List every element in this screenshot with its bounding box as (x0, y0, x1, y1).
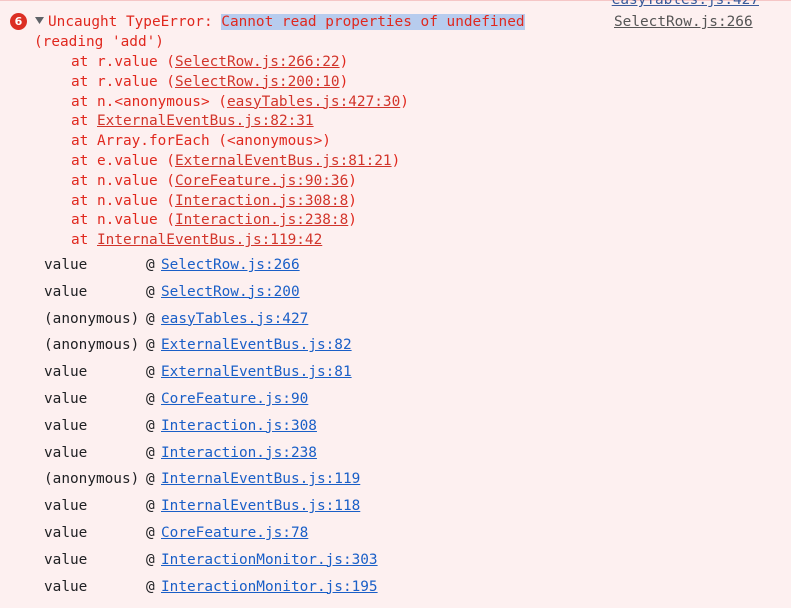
call-stack-source-link[interactable]: InternalEventBus.js:118 (161, 496, 360, 516)
call-stack-at-sign: @ (146, 578, 155, 595)
call-stack-source-link[interactable]: ExternalEventBus.js:82 (161, 335, 352, 355)
stack-frame: at n.<anonymous> (easyTables.js:427:30) (71, 92, 409, 112)
call-stack-function-name: (anonymous) (44, 471, 140, 488)
stack-frame: at InternalEventBus.js:119:42 (71, 230, 322, 250)
stack-frame-call: at n.value ( (71, 192, 175, 209)
stack-frame-location-link[interactable]: Interaction.js:238:8 (175, 212, 348, 228)
call-stack-source-link[interactable]: Interaction.js:238 (161, 443, 317, 463)
stack-frame: at n.value (Interaction.js:238:8) (71, 210, 357, 230)
stack-frame-location-link[interactable]: ExternalEventBus.js:82:31 (97, 113, 314, 129)
call-stack-at-sign: @ (146, 337, 155, 354)
console-error-message: easyTables.js:427 6 Uncaught TypeError: … (0, 0, 791, 608)
stack-frame-location-link[interactable]: Interaction.js:308:8 (175, 193, 348, 209)
call-stack-function-name: value (44, 257, 88, 273)
stack-frame-location-link[interactable]: ExternalEventBus.js:81:21 (175, 153, 392, 169)
call-stack-at-sign: @ (146, 551, 155, 568)
call-stack-at-sign: @ (146, 283, 155, 300)
stack-frame-call: at r.value ( (71, 54, 175, 70)
call-stack-source-link[interactable]: ExternalEventBus.js:81 (161, 362, 352, 382)
call-stack-function-name: value (44, 444, 88, 461)
previous-message-source-link[interactable]: easyTables.js:427 (612, 0, 759, 8)
stack-frame: at e.value (ExternalEventBus.js:81:21) (71, 151, 400, 171)
stack-frame-paren: ) (391, 153, 401, 169)
error-type: Uncaught TypeError: (48, 14, 222, 30)
stack-frame: at n.value (Interaction.js:308:8) (71, 191, 357, 211)
call-stack-at-sign: @ (146, 525, 155, 541)
call-stack-source-link[interactable]: CoreFeature.js:90 (161, 389, 308, 409)
stack-frame: at n.value (CoreFeature.js:90:36) (71, 171, 357, 191)
call-stack-at-sign: @ (146, 444, 155, 461)
stack-frame-paren: ) (339, 73, 349, 90)
stack-frame-call: at (71, 113, 97, 130)
error-source-link[interactable]: SelectRow.js:266 (614, 12, 753, 32)
call-stack-function-name: value (44, 578, 88, 595)
stack-frame: at Array.forEach (<anonymous>) (71, 131, 331, 151)
stack-frame-call: at Array.forEach (<anonymous>) (71, 133, 331, 150)
call-stack-at-sign: @ (146, 257, 155, 273)
expand-triangle-icon[interactable] (34, 15, 45, 26)
stack-frame-paren: ) (348, 172, 357, 189)
stack-frame-paren: ) (339, 54, 349, 70)
call-stack-function-name: value (44, 391, 88, 407)
call-stack-source-link[interactable]: InteractionMonitor.js:303 (161, 550, 378, 570)
call-stack-at-sign: @ (146, 364, 155, 381)
call-stack-source-link[interactable]: easyTables.js:427 (161, 309, 308, 329)
stack-frame-location-link[interactable]: easyTables.js:427:30 (227, 94, 400, 110)
call-stack-source-link[interactable]: SelectRow.js:200 (161, 282, 300, 302)
stack-frame-location-link[interactable]: SelectRow.js:200:10 (175, 74, 340, 90)
stack-frame: at r.value (SelectRow.js:200:10) (71, 72, 348, 92)
stack-frame-paren: ) (348, 212, 357, 229)
call-stack-function-name: value (44, 498, 88, 515)
call-stack-function-name: value (44, 417, 88, 434)
call-stack-source-link[interactable]: CoreFeature.js:78 (161, 523, 308, 543)
stack-frame: at ExternalEventBus.js:82:31 (71, 111, 314, 131)
error-count-badge: 6 (10, 13, 27, 30)
stack-frame-paren: ) (348, 192, 357, 209)
call-stack-source-link[interactable]: Interaction.js:308 (161, 416, 317, 436)
call-stack-at-sign: @ (146, 417, 155, 434)
call-stack-source-link[interactable]: InternalEventBus.js:119 (161, 469, 360, 489)
error-header: Uncaught TypeError: Cannot read properti… (48, 12, 525, 32)
call-stack-source-link[interactable]: InteractionMonitor.js:195 (161, 577, 378, 597)
stack-frame: at r.value (SelectRow.js:266:22) (71, 52, 348, 72)
call-stack-at-sign: @ (146, 471, 155, 488)
call-stack-function-name: value (44, 551, 88, 568)
call-stack-source-link[interactable]: SelectRow.js:266 (161, 255, 300, 275)
error-message: Cannot read properties of undefined (221, 14, 525, 30)
call-stack-at-sign: @ (146, 391, 155, 407)
call-stack-function-name: (anonymous) (44, 310, 140, 327)
call-stack-function-name: value (44, 283, 88, 300)
call-stack-function-name: (anonymous) (44, 337, 140, 354)
call-stack-function-name: value (44, 364, 88, 381)
stack-frame-location-link[interactable]: SelectRow.js:266:22 (175, 54, 340, 70)
stack-frame-call: at n.value ( (71, 212, 175, 229)
stack-frame-location-link[interactable]: InternalEventBus.js:119:42 (97, 232, 322, 248)
call-stack-at-sign: @ (146, 498, 155, 515)
call-stack-function-name: value (44, 525, 88, 541)
error-message-continuation: (reading 'add') (34, 34, 164, 50)
stack-frame-call: at n.value ( (71, 172, 175, 189)
stack-frame-paren: ) (400, 93, 409, 110)
stack-frame-call: at n.<anonymous> ( (71, 93, 227, 110)
stack-frame-call: at e.value ( (71, 153, 175, 169)
stack-frame-call: at (71, 232, 97, 249)
stack-frame-call: at r.value ( (71, 73, 175, 90)
call-stack-at-sign: @ (146, 310, 155, 327)
stack-frame-location-link[interactable]: CoreFeature.js:90:36 (175, 173, 348, 189)
